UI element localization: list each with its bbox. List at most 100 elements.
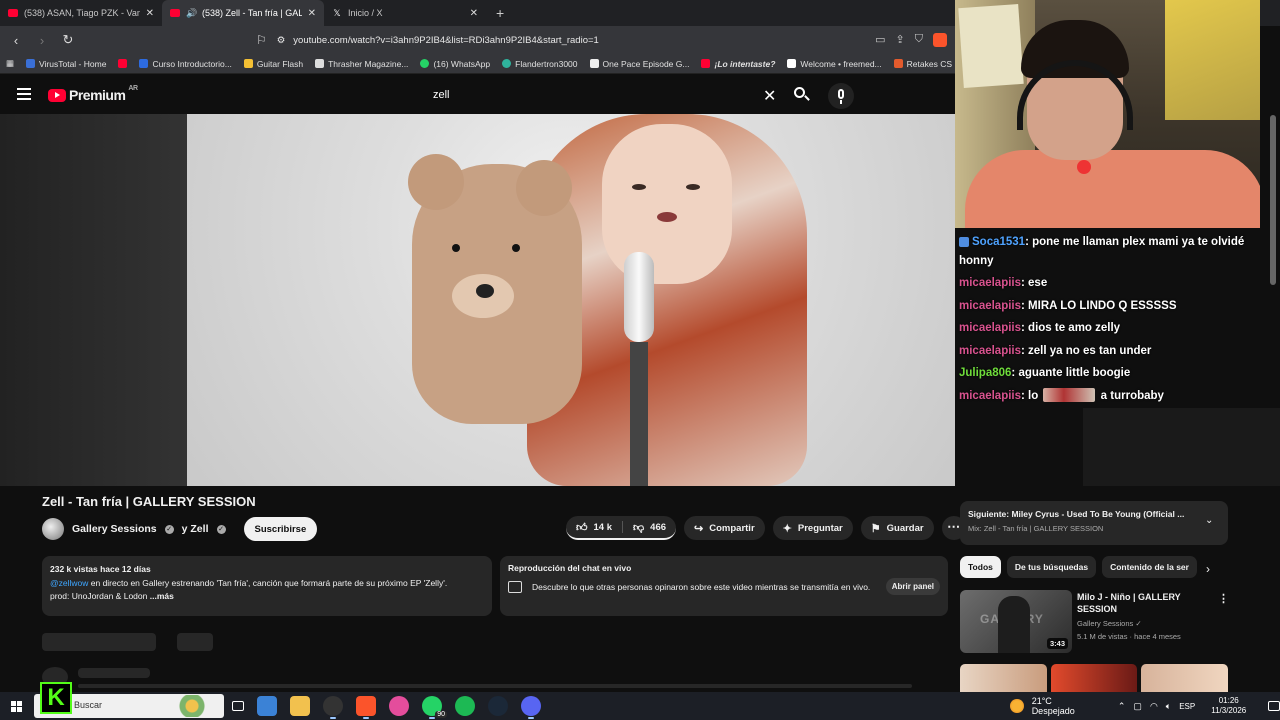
bookmark-youtube[interactable] [118,59,128,68]
more-vert-icon[interactable]: ⋮ [1218,592,1229,605]
channel-avatar[interactable] [42,518,64,540]
bookmark-virustotal[interactable]: VirusTotal - Home [26,59,106,69]
close-tab-icon[interactable]: ✕ [308,8,316,19]
notification-center-icon[interactable] [1268,701,1280,711]
tab-zell[interactable]: 🔊 (538) Zell - Tan fría | GALLERY ✕ [162,0,324,26]
clock-date: 11/3/2026 [1211,706,1247,715]
bookmark-curso[interactable]: Curso Introductorio... [139,59,232,69]
brave-browser-icon[interactable] [356,696,376,719]
bookmark-flandertron[interactable]: Flandertron3000 [502,59,578,69]
kick-logo-letter: K [47,684,65,711]
clear-search-icon[interactable]: ✕ [763,86,776,106]
bookmark-whatsapp[interactable]: (16) WhatsApp [420,59,490,69]
weather-sun-icon[interactable] [1010,699,1024,713]
video-thumbnail[interactable]: GALLERY 3:43 [960,590,1072,653]
bookmark-page-icon[interactable]: ⚐ [256,33,267,47]
address-bar: ‹ › ↻ ⚐ ⚙ youtube.com/watch?v=i3ahn9P2IB… [0,26,955,54]
search-icon[interactable] [792,85,812,105]
recommended-row-partial[interactable] [960,664,1228,692]
task-view-icon[interactable] [232,701,244,711]
forward-icon[interactable]: › [34,33,50,48]
chip-todos[interactable]: Todos [960,556,1001,578]
chat-username: micaelapiis [959,277,1022,289]
share-icon[interactable]: ⇪ [896,33,905,47]
bookmark-guitar-flash[interactable]: Guitar Flash [243,59,303,69]
up-next-mix[interactable]: Siguiente: Miley Cyrus - Used To Be Youn… [960,501,1228,545]
bookmark-one-pace[interactable]: One Pace Episode G... [589,58,690,69]
audio-playing-icon[interactable]: 🔊 [186,8,197,19]
channel-name[interactable]: Gallery Sessions [72,523,157,535]
show-more-link[interactable]: ...más [150,591,174,601]
recommended-video[interactable]: GALLERY 3:43 Milo J - Niño | GALLERY SES… [960,590,1229,654]
hamburger-menu-icon[interactable] [17,88,31,100]
video-thumbnail[interactable] [1141,664,1228,692]
spotify-icon[interactable] [455,696,475,716]
description-box[interactable]: 232 k vistas hace 12 días @zellwow en di… [42,556,492,616]
bookmark-label: Welcome • freemed... [800,58,882,69]
brave-shields-icon[interactable] [933,33,947,47]
recommended-channel[interactable]: Gallery Sessions ✓ [1077,619,1142,628]
bookmark-lo-intentaste[interactable]: ¡Lo intentaste? [701,59,775,69]
language-indicator[interactable]: ESP [1179,702,1195,711]
save-button[interactable]: ⚑ Guardar [860,516,934,540]
live-chat-description: Descubre lo que otras personas opinaron … [532,581,871,592]
app-pink-icon[interactable] [389,696,409,716]
dislike-button[interactable]: 👎︎ 466 [623,516,676,538]
voice-search-mic-icon[interactable] [828,83,854,109]
youtube-play-logo-icon [48,88,66,102]
weather-text[interactable]: 21°C Despejado [1032,696,1096,716]
ask-button[interactable]: ✦ Preguntar [772,516,853,540]
channel-row: Gallery Sessions ✓ y Zell ✓ Suscribirse [42,516,318,542]
site-info-icon[interactable]: ⚙ [277,35,286,46]
app-icon[interactable] [323,696,343,719]
mention-link[interactable]: @zellwow [50,578,88,588]
duration-badge: 3:43 [1046,638,1068,649]
chip-series[interactable]: Contenido de la ser [1102,556,1197,578]
whatsapp-icon[interactable]: 90 [422,696,447,719]
discord-icon[interactable] [521,696,541,719]
video-thumbnail[interactable] [960,664,1047,692]
collab-channel-name[interactable]: y Zell [182,523,209,535]
tab-x[interactable]: 𝕏 Inicio / X ✕ [324,0,486,26]
network-icon[interactable]: ▢ [1133,701,1142,712]
back-icon[interactable]: ‹ [8,33,24,48]
subscribe-button[interactable]: Suscribirse [243,517,318,541]
page-scrollbar[interactable] [1270,115,1276,285]
logo-text: Premium [69,87,126,103]
chevron-down-icon[interactable]: ⌄ [1205,515,1213,526]
share-button[interactable]: ↪ Compartir [684,516,765,540]
recommended-title[interactable]: Milo J - Niño | GALLERY SESSION [1077,591,1202,615]
wifi-icon[interactable]: ◠ [1150,701,1158,712]
file-explorer-icon[interactable] [290,696,310,716]
video-player[interactable] [0,114,955,486]
bookmark-label: One Pace Episode G... [602,58,690,69]
chevron-up-icon[interactable]: ⌃ [1118,701,1126,712]
new-tab-button[interactable]: + [486,5,514,21]
video-frame[interactable] [187,114,955,486]
open-panel-button[interactable]: Abrir panel [885,578,940,595]
cast-icon[interactable]: ▭ [875,33,885,47]
reload-icon[interactable]: ↻ [60,32,76,48]
microsoft-store-icon[interactable] [257,696,277,716]
shield-icon[interactable]: ⛉ [915,33,923,47]
youtube-premium-logo[interactable]: Premium AR [48,85,138,103]
like-button[interactable]: 👍︎ 14 k [566,516,622,538]
volume-icon[interactable]: 🔈︎ [1166,701,1171,712]
windows-start-icon[interactable] [0,692,32,720]
chip-searches[interactable]: De tus búsquedas [1006,556,1097,578]
clock[interactable]: 01:26 11/3/2026 [1211,696,1246,716]
apps-grid-icon[interactable]: ▦ [6,58,14,69]
url-field[interactable]: ⚙ youtube.com/watch?v=i3ahn9P2IB4&list=R… [276,29,866,51]
chevron-right-icon[interactable]: › [1206,562,1210,576]
chat-message: Julipa806: aguante little boogie [959,364,1276,383]
close-tab-icon[interactable]: ✕ [146,8,154,19]
search-input[interactable]: zell [425,83,785,107]
thumbnail-person [998,596,1030,653]
steam-icon[interactable] [488,696,508,716]
bookmark-retakes[interactable]: Retakes CS [893,59,952,69]
bookmark-freemed[interactable]: Welcome • freemed... [787,58,882,69]
close-tab-icon[interactable]: ✕ [470,8,478,19]
video-thumbnail[interactable] [1050,664,1138,692]
bookmark-thrasher[interactable]: Thrasher Magazine... [315,59,408,69]
tab-asan[interactable]: (538) ASAN, Tiago PZK - Vamonos (O ✕ [0,0,162,26]
